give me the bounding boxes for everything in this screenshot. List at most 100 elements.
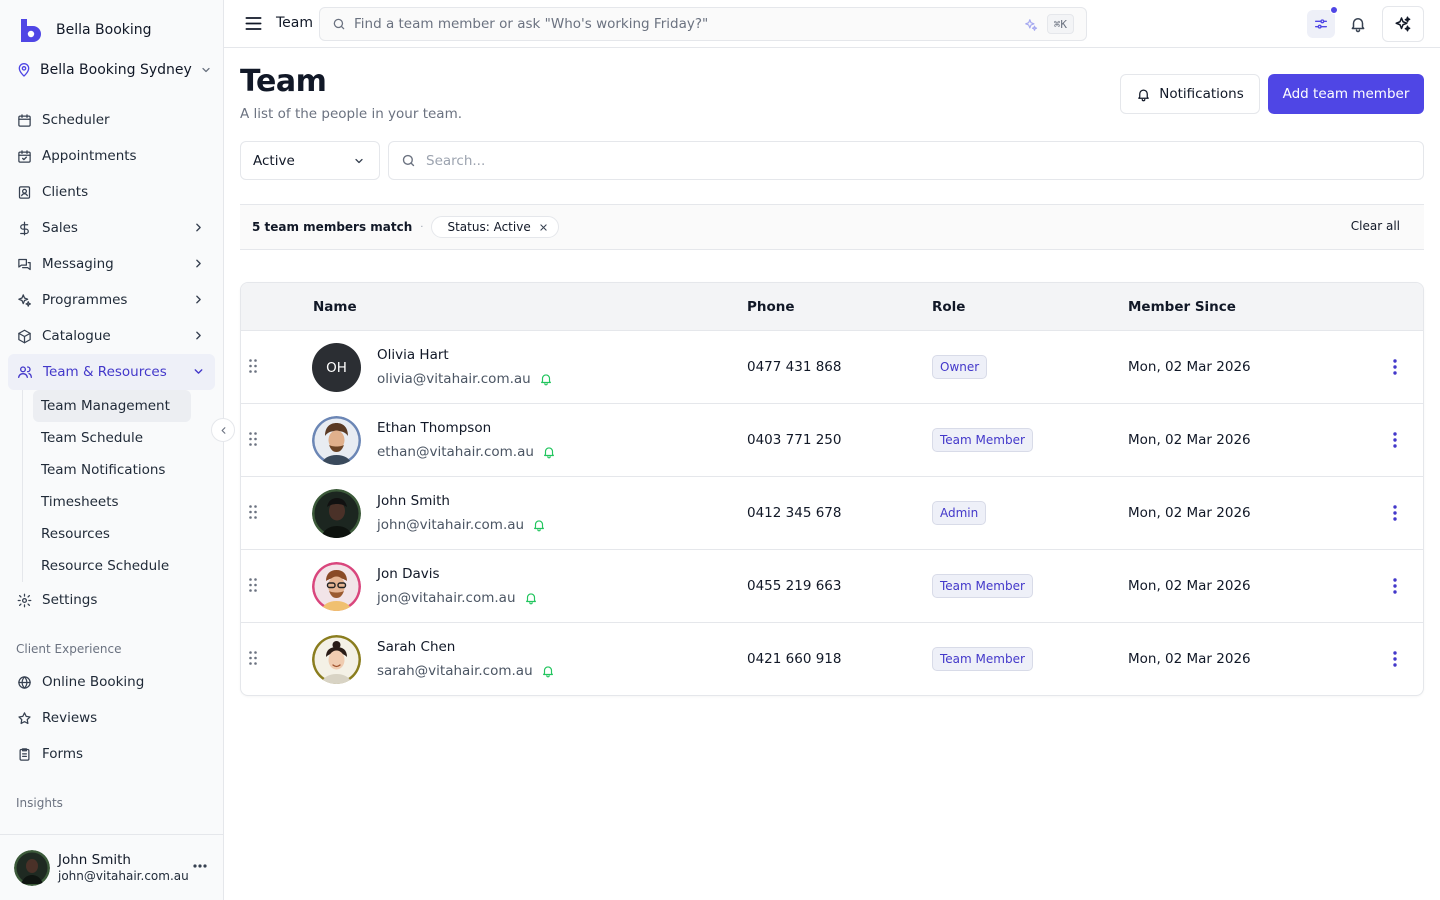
close-icon[interactable] bbox=[539, 223, 548, 232]
subnav-team-schedule[interactable]: Team Schedule bbox=[33, 422, 191, 454]
avatar: OH bbox=[312, 343, 361, 392]
location-switcher[interactable]: Bella Booking Sydney bbox=[16, 62, 212, 78]
member-phone: 0455 219 663 bbox=[747, 578, 842, 594]
chevron-right-icon bbox=[196, 223, 201, 232]
nav-item-reviews[interactable]: Reviews bbox=[8, 700, 215, 736]
drag-handle-icon[interactable] bbox=[249, 432, 257, 446]
drag-handle-icon[interactable] bbox=[249, 651, 257, 665]
nav-item-label: Forms bbox=[42, 746, 84, 762]
chat-icon bbox=[18, 258, 31, 270]
chevron-down-icon bbox=[202, 67, 210, 73]
filters-button[interactable] bbox=[1307, 6, 1338, 38]
calendar-check-icon bbox=[18, 149, 31, 163]
table-row[interactable]: Ethan Thompson ethan@vitahair.com.au 040… bbox=[241, 404, 1423, 477]
team-subnav: Team Management Team Schedule Team Notif… bbox=[22, 390, 215, 582]
bell-icon bbox=[1138, 89, 1150, 101]
role-badge: Team Member bbox=[932, 647, 1033, 671]
brand[interactable]: Bella Booking bbox=[18, 17, 152, 43]
member-email: sarah@vitahair.com.au bbox=[377, 663, 555, 679]
status-filter-select[interactable]: Active bbox=[240, 141, 380, 180]
sidebar-collapse-button[interactable] bbox=[211, 418, 235, 442]
filter-chip-status[interactable]: Status: Active bbox=[431, 216, 559, 238]
member-email-text: olivia@vitahair.com.au bbox=[377, 371, 531, 387]
table-row[interactable]: John Smith john@vitahair.com.au 0412 345… bbox=[241, 477, 1423, 550]
clear-all-filters-button[interactable]: Clear all bbox=[1351, 219, 1400, 233]
globe-icon bbox=[18, 675, 31, 689]
column-header-phone[interactable]: Phone bbox=[747, 299, 795, 315]
clipboard-icon bbox=[19, 747, 30, 761]
team-table: Name Phone Role Member Since OH Olivia H… bbox=[240, 282, 1424, 696]
subnav-timesheets[interactable]: Timesheets bbox=[33, 486, 191, 518]
column-header-member-since[interactable]: Member Since bbox=[1128, 299, 1236, 315]
drag-handle-icon[interactable] bbox=[249, 505, 257, 519]
nav-item-sales[interactable]: Sales bbox=[8, 210, 215, 246]
column-header-name[interactable]: Name bbox=[313, 299, 357, 315]
member-email: olivia@vitahair.com.au bbox=[377, 371, 553, 387]
team-search[interactable] bbox=[388, 141, 1424, 180]
avatar bbox=[312, 562, 361, 611]
drag-handle-icon[interactable] bbox=[249, 578, 257, 592]
row-actions-button[interactable] bbox=[1387, 649, 1403, 669]
row-actions-button[interactable] bbox=[1387, 357, 1403, 377]
add-team-member-button[interactable]: Add team member bbox=[1268, 74, 1424, 114]
nav-item-scheduler[interactable]: Scheduler bbox=[8, 102, 215, 138]
member-name: Jon Davis bbox=[377, 566, 440, 582]
chevron-left-icon bbox=[221, 426, 225, 434]
row-actions-button[interactable] bbox=[1387, 430, 1403, 450]
notifications-bell-button[interactable] bbox=[1344, 10, 1372, 38]
box-icon bbox=[18, 329, 31, 343]
table-row[interactable]: Sarah Chen sarah@vitahair.com.au 0421 66… bbox=[241, 623, 1423, 695]
drag-handle-icon[interactable] bbox=[249, 359, 257, 373]
more-vertical-icon bbox=[1393, 651, 1397, 667]
chevron-down-icon bbox=[194, 369, 203, 374]
page-subtitle: A list of the people in your team. bbox=[240, 106, 463, 122]
notifications-button[interactable]: Notifications bbox=[1120, 74, 1260, 114]
member-phone: 0477 431 868 bbox=[747, 359, 842, 375]
more-horizontal-icon[interactable] bbox=[193, 864, 207, 868]
role-badge: Admin bbox=[932, 501, 987, 525]
subnav-team-notifications[interactable]: Team Notifications bbox=[33, 454, 191, 486]
shortcut-hint: ⌘K bbox=[1046, 14, 1074, 34]
table-row[interactable]: Jon Davis jon@vitahair.com.au 0455 219 6… bbox=[241, 550, 1423, 623]
brand-name: Bella Booking bbox=[56, 22, 152, 38]
user-email: john@vitahair.com.au bbox=[58, 869, 189, 883]
member-name: Ethan Thompson bbox=[377, 420, 492, 436]
search-icon bbox=[402, 154, 415, 167]
global-search-input[interactable] bbox=[354, 16, 994, 32]
nav-item-programmes[interactable]: Programmes bbox=[8, 282, 215, 318]
row-actions-button[interactable] bbox=[1387, 503, 1403, 523]
star-icon bbox=[18, 711, 31, 724]
subnav-resource-schedule[interactable]: Resource Schedule bbox=[33, 550, 191, 582]
member-name: John Smith bbox=[377, 493, 450, 509]
users-icon bbox=[18, 366, 32, 378]
nav-item-forms[interactable]: Forms bbox=[8, 736, 215, 772]
menu-icon[interactable] bbox=[244, 14, 263, 33]
ai-assistant-button[interactable] bbox=[1382, 6, 1424, 42]
subnav-team-management[interactable]: Team Management bbox=[33, 390, 191, 422]
sliders-icon bbox=[1315, 19, 1327, 29]
nav-item-settings[interactable]: Settings bbox=[8, 582, 215, 618]
main-nav: Scheduler Appointments Clients Sales Mes… bbox=[8, 102, 215, 814]
subnav-resources[interactable]: Resources bbox=[33, 518, 191, 550]
nav-item-messaging[interactable]: Messaging bbox=[8, 246, 215, 282]
column-header-role[interactable]: Role bbox=[932, 299, 965, 315]
sparkle-icon bbox=[18, 293, 32, 307]
team-search-input[interactable] bbox=[426, 152, 1386, 169]
member-since: Mon, 02 Mar 2026 bbox=[1128, 505, 1251, 521]
table-row[interactable]: OH Olivia Hart olivia@vitahair.com.au 04… bbox=[241, 331, 1423, 404]
topbar: Team ⌘K bbox=[224, 0, 1440, 48]
nav-item-team-resources[interactable]: Team & Resources bbox=[8, 354, 215, 390]
member-email-text: sarah@vitahair.com.au bbox=[377, 663, 533, 679]
row-actions-button[interactable] bbox=[1387, 576, 1403, 596]
nav-item-catalogue[interactable]: Catalogue bbox=[8, 318, 215, 354]
nav-item-clients[interactable]: Clients bbox=[8, 174, 215, 210]
status-filter-value: Active bbox=[253, 152, 295, 169]
global-search[interactable]: ⌘K bbox=[319, 7, 1087, 41]
nav-item-online-booking[interactable]: Online Booking bbox=[8, 664, 215, 700]
unread-dot bbox=[1330, 6, 1338, 14]
group-label-insights: Insights bbox=[16, 796, 63, 810]
nav-item-appointments[interactable]: Appointments bbox=[8, 138, 215, 174]
nav-item-label: Messaging bbox=[42, 256, 114, 272]
nav-item-label: Programmes bbox=[42, 292, 128, 308]
current-user[interactable]: John Smith john@vitahair.com.au bbox=[0, 834, 223, 900]
